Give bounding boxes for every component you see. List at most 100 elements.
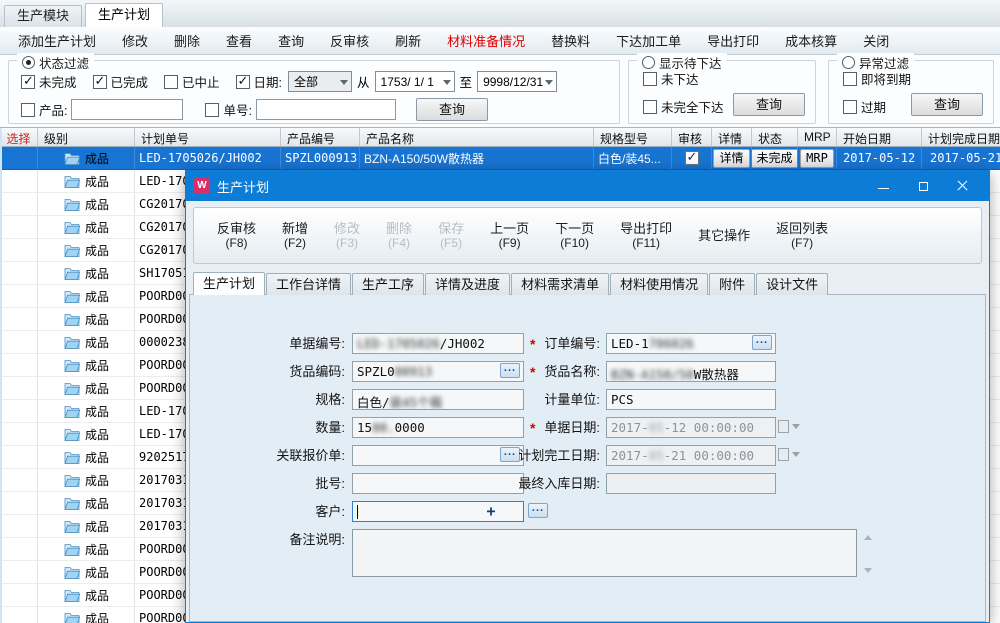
maximize-button[interactable] — [903, 171, 943, 201]
dialog-toolbar-button[interactable]: 导出打印 (F11) — [607, 208, 685, 263]
order-no-field[interactable]: LED-1706026 — [606, 333, 776, 354]
toolbar-button[interactable]: 成本核算 — [785, 31, 837, 50]
dialog-tab[interactable]: 设计文件 — [756, 273, 828, 295]
select-cell[interactable] — [0, 331, 38, 353]
status-checkbox[interactable]: 已完成 — [93, 72, 149, 91]
select-cell[interactable] — [0, 377, 38, 399]
bill-filter-checkbox[interactable]: 单号: — [205, 100, 251, 119]
select-cell[interactable] — [0, 262, 38, 284]
plan-finish-picker[interactable] — [778, 447, 800, 461]
dialog-toolbar-button[interactable]: 保存 (F5) — [425, 208, 477, 263]
due-soon-checkbox[interactable]: 即将到期 — [843, 69, 911, 88]
dialog-toolbar-button[interactable]: 新增 (F2) — [269, 208, 321, 263]
mrp-button[interactable]: MRP — [800, 149, 834, 168]
select-cell[interactable] — [0, 607, 38, 623]
status-checkbox[interactable]: 已中止 — [164, 72, 220, 91]
product-filter-input[interactable] — [71, 99, 183, 120]
column-header[interactable]: 状态 — [752, 128, 798, 146]
date-filter-checkbox[interactable]: 日期: — [236, 72, 282, 91]
dialog-toolbar-button[interactable]: 其它操作 — [685, 208, 763, 263]
product-filter-checkbox[interactable]: 产品: — [21, 100, 67, 119]
customer-lookup-button[interactable]: ... — [528, 503, 548, 518]
textarea-scroll-arrows[interactable] — [864, 531, 872, 577]
date-from-select[interactable]: 1753/ 1/ 1 — [375, 71, 455, 92]
add-customer-button[interactable]: + — [483, 503, 499, 520]
dialog-tab[interactable]: 生产计划 — [193, 272, 265, 295]
column-header[interactable]: 产品编号 — [281, 128, 360, 146]
date-mode-select[interactable]: 全部 — [288, 71, 352, 92]
doc-date-field[interactable]: 2017-05-12 00:00:00 — [606, 417, 776, 438]
not-released-checkbox[interactable]: 未下达 — [643, 69, 699, 88]
column-header[interactable]: 级别 — [38, 128, 135, 146]
dialog-toolbar-button[interactable]: 返回列表 (F7) — [763, 208, 841, 263]
select-cell[interactable] — [0, 446, 38, 468]
select-cell[interactable] — [0, 400, 38, 422]
toolbar-button[interactable]: 下达加工单 — [616, 31, 681, 50]
select-cell[interactable] — [0, 308, 38, 330]
remark-textarea[interactable] — [352, 529, 857, 577]
bill-filter-input[interactable] — [256, 99, 396, 120]
dialog-toolbar-button[interactable]: 删除 (F4) — [373, 208, 425, 263]
overdue-checkbox[interactable]: 过期 — [843, 97, 886, 116]
select-cell[interactable] — [0, 423, 38, 445]
dialog-toolbar-button[interactable]: 上一页 (F9) — [477, 208, 542, 263]
column-header[interactable]: 开始日期 — [837, 128, 922, 146]
doc-date-picker[interactable] — [778, 419, 800, 433]
toolbar-button[interactable]: 查看 — [226, 31, 252, 50]
select-cell[interactable] — [0, 354, 38, 376]
select-cell[interactable] — [0, 216, 38, 238]
order-no-lookup-button[interactable]: ... — [752, 335, 772, 350]
select-cell[interactable] — [0, 492, 38, 514]
table-row-selected[interactable]: 成品 LED-1705026/JH002 SPZL000913 BZN-A150… — [0, 147, 1000, 170]
pending-filter-radio[interactable] — [642, 56, 655, 69]
select-cell[interactable] — [0, 584, 38, 606]
dialog-tab[interactable]: 工作台详情 — [266, 273, 351, 295]
column-header[interactable]: 计划完成日期 — [922, 128, 1000, 146]
toolbar-button[interactable]: 修改 — [122, 31, 148, 50]
toolbar-button[interactable]: 材料准备情况 — [447, 31, 525, 50]
unit-field[interactable]: PCS — [606, 389, 776, 410]
date-to-select[interactable]: 9998/12/31 — [477, 71, 557, 92]
main-tab[interactable]: 生产计划 — [85, 3, 163, 27]
dialog-tab[interactable]: 材料使用情况 — [610, 273, 708, 295]
toolbar-button[interactable]: 刷新 — [395, 31, 421, 50]
toolbar-button[interactable]: 添加生产计划 — [18, 31, 96, 50]
detail-button[interactable]: 详情 — [713, 149, 749, 168]
toolbar-button[interactable]: 关闭 — [863, 31, 889, 50]
dialog-tab[interactable]: 材料需求清单 — [511, 273, 609, 295]
plan-finish-field[interactable]: 2017-05-21 00:00:00 — [606, 445, 776, 466]
dialog-toolbar-button[interactable]: 修改 (F3) — [321, 208, 373, 263]
column-header[interactable]: 计划单号 — [135, 128, 281, 146]
main-tab[interactable]: 生产模块 — [4, 5, 82, 27]
select-cell[interactable] — [0, 147, 38, 169]
status-search-button[interactable]: 查询 — [416, 98, 488, 121]
dialog-tab[interactable]: 生产工序 — [352, 273, 424, 295]
abnormal-search-button[interactable]: 查询 — [911, 93, 983, 116]
status-button[interactable]: 未完成 — [752, 149, 798, 168]
dialog-tab[interactable]: 附件 — [709, 273, 755, 295]
select-cell[interactable] — [0, 538, 38, 560]
toolbar-button[interactable]: 查询 — [278, 31, 304, 50]
select-cell[interactable] — [0, 285, 38, 307]
toolbar-button[interactable]: 删除 — [174, 31, 200, 50]
select-cell[interactable] — [0, 469, 38, 491]
dialog-tab[interactable]: 详情及进度 — [425, 273, 510, 295]
dialog-toolbar-button[interactable]: 下一页 (F10) — [542, 208, 607, 263]
select-cell[interactable] — [0, 193, 38, 215]
dialog-titlebar[interactable]: W 生产计划 — [186, 171, 989, 201]
select-cell[interactable] — [0, 170, 38, 192]
select-cell[interactable] — [0, 561, 38, 583]
close-button[interactable] — [943, 171, 983, 201]
select-cell[interactable] — [0, 515, 38, 537]
column-header[interactable]: 审核 — [672, 128, 712, 146]
toolbar-button[interactable]: 导出打印 — [707, 31, 759, 50]
select-cell[interactable] — [0, 239, 38, 261]
toolbar-button[interactable]: 反审核 — [330, 31, 369, 50]
abnormal-filter-radio[interactable] — [842, 56, 855, 69]
pending-search-button[interactable]: 查询 — [733, 93, 805, 116]
audit-checkbox[interactable] — [685, 151, 699, 165]
final-in-field[interactable] — [606, 473, 776, 494]
dialog-toolbar-button[interactable]: 反审核 (F8) — [204, 208, 269, 263]
not-fully-released-checkbox[interactable]: 未完全下达 — [643, 97, 724, 116]
column-header[interactable]: 选择 — [0, 128, 38, 146]
